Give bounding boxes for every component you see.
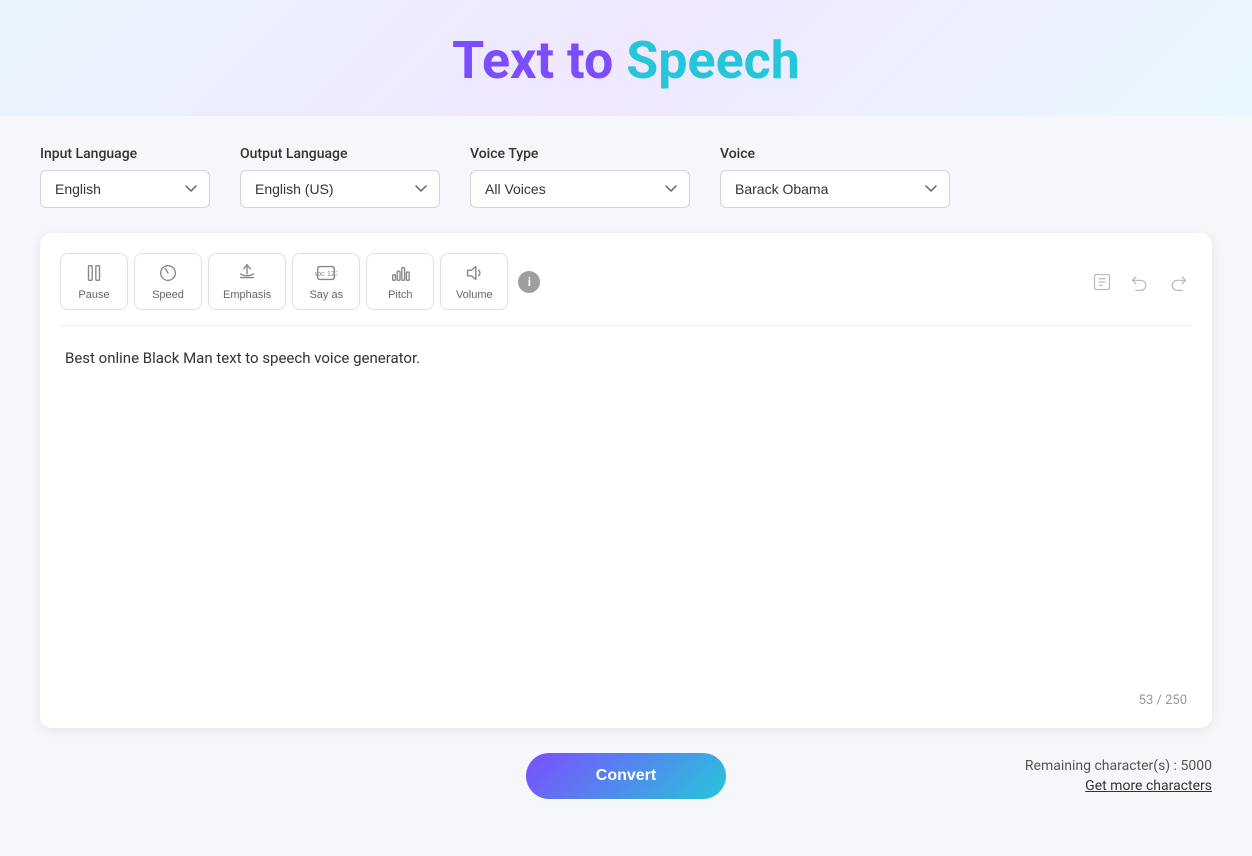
title-part1: Text to (452, 30, 613, 91)
voice-type-group: Voice Type All Voices Male Female (470, 146, 690, 208)
text-area-container: Best online Black Man text to speech voi… (60, 331, 1192, 685)
pitch-icon (389, 262, 411, 284)
pause-button[interactable]: Pause (60, 253, 128, 310)
undo-icon (1130, 272, 1150, 292)
input-language-label: Input Language (40, 146, 210, 162)
say-as-button[interactable]: abc 123 Say as (292, 253, 360, 310)
volume-icon (463, 262, 485, 284)
header: Text to Speech (0, 0, 1252, 116)
convert-button[interactable]: Convert (526, 753, 726, 799)
editor-card: Pause Speed Emph (40, 233, 1212, 728)
speed-button[interactable]: Speed (134, 253, 202, 310)
output-language-label: Output Language (240, 146, 440, 162)
page-title: Text to Speech (0, 30, 1252, 91)
text-input[interactable]: Best online Black Man text to speech voi… (60, 331, 1192, 681)
pitch-label: Pitch (388, 289, 412, 301)
format-icon (1092, 272, 1112, 292)
char-count: 53 / 250 (60, 685, 1192, 708)
output-language-select[interactable]: English (US) English (UK) Spanish (240, 170, 440, 208)
input-language-group: Input Language English Spanish French (40, 146, 210, 208)
input-language-select[interactable]: English Spanish French (40, 170, 210, 208)
title-part2: Speech (626, 30, 800, 91)
svg-text:abc 123: abc 123 (315, 269, 337, 278)
get-more-characters-link[interactable]: Get more characters (1025, 778, 1212, 794)
volume-label: Volume (456, 289, 493, 301)
voice-label: Voice (720, 146, 950, 162)
voice-type-label: Voice Type (470, 146, 690, 162)
emphasis-button[interactable]: Emphasis (208, 253, 286, 310)
speed-icon (157, 262, 179, 284)
voice-group: Voice Barack Obama Morgan Freeman Defaul… (720, 146, 950, 208)
remaining-characters-label: Remaining character(s) : 5000 (1025, 758, 1212, 774)
voice-select[interactable]: Barack Obama Morgan Freeman Default (720, 170, 950, 208)
undo-button[interactable] (1126, 268, 1154, 296)
redo-icon (1168, 272, 1188, 292)
format-button[interactable] (1088, 268, 1116, 296)
volume-button[interactable]: Volume (440, 253, 508, 310)
info-icon[interactable]: i (518, 271, 540, 293)
output-language-group: Output Language English (US) English (UK… (240, 146, 440, 208)
pause-icon (83, 262, 105, 284)
pitch-button[interactable]: Pitch (366, 253, 434, 310)
remaining-info: Remaining character(s) : 5000 Get more c… (1025, 758, 1212, 794)
say-as-label: Say as (309, 289, 343, 301)
emphasis-label: Emphasis (223, 289, 271, 301)
redo-button[interactable] (1164, 268, 1192, 296)
controls-row: Input Language English Spanish French Ou… (40, 146, 1212, 208)
toolbar: Pause Speed Emph (60, 253, 1192, 326)
voice-type-select[interactable]: All Voices Male Female (470, 170, 690, 208)
toolbar-right (1088, 268, 1192, 296)
speed-label: Speed (152, 289, 184, 301)
say-as-icon: abc 123 (315, 262, 337, 284)
bottom-row: Convert Remaining character(s) : 5000 Ge… (40, 753, 1212, 799)
pause-label: Pause (78, 289, 109, 301)
main-content: Input Language English Spanish French Ou… (0, 116, 1252, 856)
emphasis-icon (236, 262, 258, 284)
